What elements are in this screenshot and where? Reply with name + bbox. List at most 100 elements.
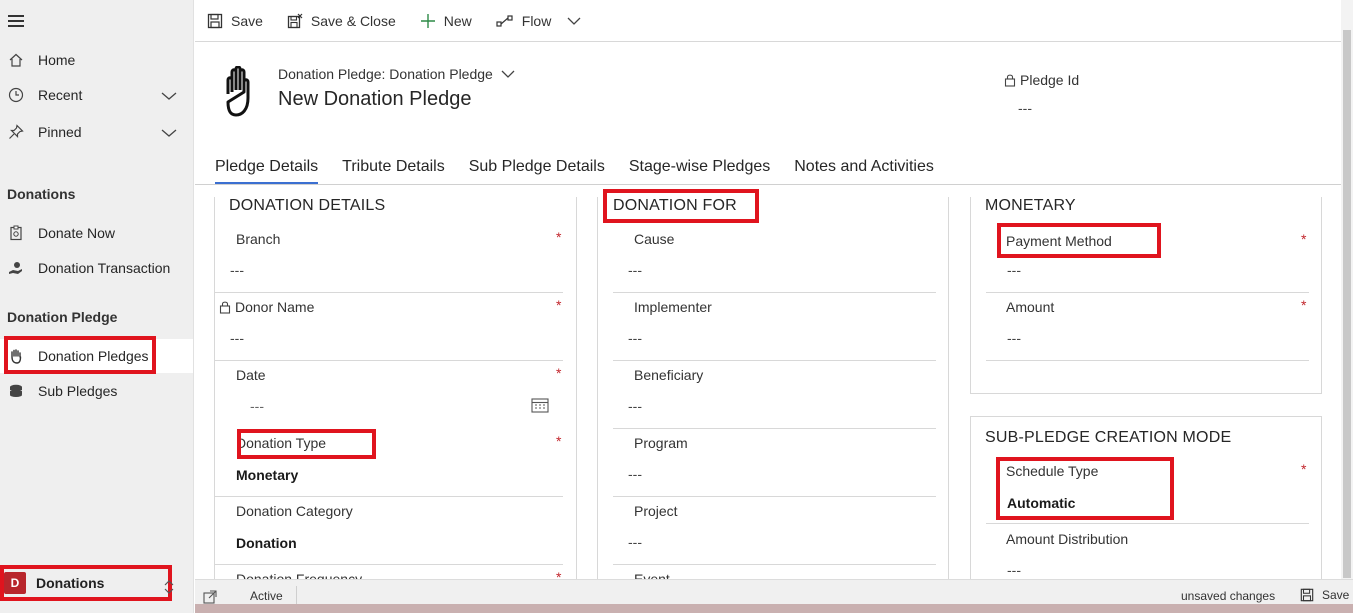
tabs-divider (195, 184, 1341, 185)
required-marker: * (1301, 231, 1307, 247)
field-value[interactable]: --- (628, 330, 642, 346)
flow-button[interactable]: Flow (496, 13, 551, 29)
save-label: Save (231, 12, 263, 29)
nav-home-label: Home (38, 52, 76, 68)
field-divider (613, 428, 936, 429)
field-divider (613, 564, 936, 565)
highlight-box (997, 223, 1161, 258)
status-save-button[interactable]: Save (1300, 588, 1349, 602)
field-label: Cause (634, 231, 675, 247)
nav-pinned[interactable]: Pinned (0, 115, 193, 149)
hand-icon (220, 65, 262, 118)
area-switcher[interactable]: D Donations (0, 565, 172, 601)
save-button[interactable]: Save (207, 13, 263, 29)
required-marker: * (556, 297, 562, 313)
home-icon (8, 52, 24, 68)
highlight-box (237, 429, 376, 459)
field-divider (215, 360, 563, 361)
nav-donate-now[interactable]: Donate Now (0, 216, 193, 250)
clock-icon (8, 87, 24, 103)
save-close-icon (287, 13, 303, 28)
area-label: Donations (36, 575, 105, 591)
nav-sub-pledges-label: Sub Pledges (38, 383, 118, 399)
nav-group-title: Donation Pledge (7, 309, 118, 325)
chevron-down-icon[interactable] (161, 125, 177, 141)
field-value[interactable]: --- (628, 262, 642, 278)
nav-donation-transaction-label: Donation Transaction (38, 260, 171, 276)
chevron-down-icon (501, 70, 515, 78)
field-value[interactable]: --- (628, 398, 642, 414)
nav-pinned-label: Pinned (38, 124, 82, 140)
tab-tribute-details[interactable]: Tribute Details (342, 158, 445, 182)
nav-recent[interactable]: Recent (0, 78, 193, 112)
save-close-label: Save & Close (310, 12, 396, 29)
page-title: New Donation Pledge (278, 88, 472, 110)
calendar-icon[interactable] (531, 397, 549, 416)
required-marker: * (556, 229, 562, 245)
form-selector[interactable]: Donation Pledge: Donation Pledge (278, 66, 515, 82)
field-value[interactable]: Monetary (236, 467, 298, 483)
lock-icon (1004, 74, 1016, 87)
divider (296, 586, 297, 604)
section-title: SUB-PLEDGE CREATION MODE (985, 429, 1232, 446)
field-value[interactable]: --- (1007, 262, 1021, 278)
field-divider (215, 564, 563, 565)
field-value[interactable]: --- (628, 534, 642, 550)
scrollbar-thumb[interactable] (1343, 30, 1351, 578)
new-button[interactable]: New (420, 13, 472, 29)
hand-coin-icon (8, 260, 24, 276)
field-value[interactable]: --- (230, 262, 244, 278)
section-title: MONETARY (985, 197, 1076, 214)
tab-notes-activities[interactable]: Notes and Activities (794, 158, 934, 182)
section-title: DONATION DETAILS (229, 197, 386, 214)
required-marker: * (1301, 461, 1307, 477)
status-save-label: Save (1322, 588, 1350, 602)
new-label: New (443, 12, 472, 29)
field-value[interactable]: --- (628, 466, 642, 482)
nav-donation-transaction[interactable]: Donation Transaction (0, 251, 193, 285)
highlight-box (603, 189, 759, 223)
flow-icon (496, 14, 513, 27)
pin-icon (8, 124, 24, 140)
field-label: Donor Name (219, 299, 314, 315)
field-label: Project (634, 503, 678, 519)
tab-pledge-details[interactable]: Pledge Details (215, 158, 319, 185)
field-label: Implementer (634, 299, 712, 315)
field-label: Beneficiary (634, 367, 704, 383)
field-value[interactable]: Donation (236, 535, 297, 551)
field-divider (215, 292, 563, 293)
field-value[interactable]: Automatic (1007, 495, 1075, 511)
save-close-button[interactable]: Save & Close (287, 13, 396, 29)
field-value[interactable]: --- (1007, 330, 1021, 346)
command-bar: Save Save & Close New Flow (195, 0, 1341, 42)
field-value[interactable]: --- (1007, 562, 1021, 578)
donate-now-icon (8, 225, 24, 241)
highlight-box (4, 336, 156, 374)
record-status: Active (250, 589, 283, 603)
chevron-down-icon[interactable] (567, 13, 581, 29)
vertical-scrollbar[interactable] (1341, 0, 1353, 579)
hamburger-menu-icon[interactable] (8, 15, 24, 27)
nav-home[interactable]: Home (0, 43, 193, 77)
field-divider (613, 496, 936, 497)
field-divider (613, 360, 936, 361)
required-marker: * (556, 365, 562, 381)
nav-recent-label: Recent (38, 87, 83, 103)
nav-sub-pledges[interactable]: Sub Pledges (0, 374, 193, 408)
nav-donate-now-label: Donate Now (38, 225, 116, 241)
field-value[interactable]: --- (230, 330, 244, 346)
tab-sub-pledge-details[interactable]: Sub Pledge Details (469, 158, 605, 182)
sitemap-sidebar: Home Recent Pinned Donations Donate Now … (0, 0, 194, 613)
chevron-updown-icon[interactable] (164, 580, 177, 597)
field-divider (215, 496, 563, 497)
field-divider (613, 292, 936, 293)
field-value[interactable]: --- (250, 398, 264, 414)
tab-stage-wise-pledges[interactable]: Stage-wise Pledges (629, 158, 770, 182)
required-marker: * (556, 433, 562, 449)
section-donation-details: DONATION DETAILS Branch * --- Donor Name… (214, 197, 577, 587)
chevron-down-icon[interactable] (161, 88, 177, 104)
field-divider (986, 292, 1309, 293)
pledge-id-value: --- (1018, 100, 1032, 116)
lock-icon (219, 301, 231, 314)
field-label: Amount Distribution (1006, 531, 1129, 547)
